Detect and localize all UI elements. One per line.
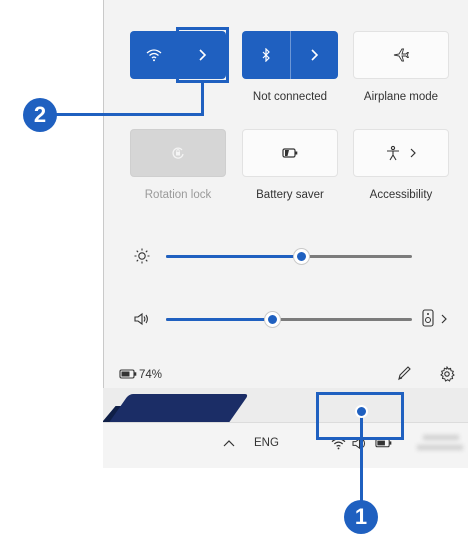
callout-leader-line bbox=[360, 414, 363, 508]
airplane-mode-tile[interactable] bbox=[353, 31, 449, 79]
language-indicator[interactable]: ENG bbox=[254, 437, 279, 449]
brightness-icon bbox=[134, 248, 150, 264]
bluetooth-label: Not connected bbox=[252, 91, 328, 103]
callout-badge-1: 1 bbox=[344, 500, 378, 534]
callout-anchor-dot bbox=[355, 405, 368, 418]
bluetooth-toggle-button[interactable] bbox=[242, 31, 290, 79]
clock-blurred[interactable] bbox=[415, 432, 465, 456]
bluetooth-tile[interactable] bbox=[242, 31, 338, 79]
battery-saver-label: Battery saver bbox=[256, 189, 324, 201]
wifi-network-label bbox=[123, 89, 233, 101]
callout-highlight-wifi-expand bbox=[176, 27, 229, 83]
taskbar: ENG bbox=[103, 422, 468, 468]
brightness-thumb[interactable] bbox=[294, 248, 309, 264]
audio-output-icon[interactable] bbox=[422, 309, 434, 327]
wifi-toggle-button[interactable] bbox=[130, 31, 178, 79]
speaker-icon bbox=[134, 312, 150, 326]
chevron-right-icon bbox=[309, 49, 319, 61]
battery-saver-tile[interactable] bbox=[242, 129, 338, 177]
battery-saver-icon bbox=[282, 147, 298, 159]
rotation-lock-icon bbox=[171, 146, 185, 160]
quick-settings-footer: 74% bbox=[103, 360, 468, 388]
settings-icon[interactable] bbox=[439, 366, 455, 382]
battery-icon bbox=[119, 369, 137, 379]
wallpaper-shape bbox=[103, 394, 250, 422]
rotation-lock-label: Rotation lock bbox=[144, 189, 212, 201]
airplane-icon bbox=[393, 47, 409, 63]
rotation-lock-tile[interactable] bbox=[130, 129, 226, 177]
volume-track[interactable] bbox=[166, 311, 412, 327]
volume-fill bbox=[166, 317, 272, 321]
accessibility-label: Accessibility bbox=[369, 189, 433, 201]
airplane-mode-label: Airplane mode bbox=[363, 91, 439, 103]
callout-leader-line bbox=[55, 113, 204, 116]
bluetooth-icon bbox=[261, 48, 271, 62]
brightness-track[interactable] bbox=[166, 248, 412, 264]
callout-badge-2: 2 bbox=[23, 98, 57, 132]
wifi-icon bbox=[146, 48, 162, 62]
callout-leader-line bbox=[201, 83, 204, 116]
bluetooth-expand-button[interactable] bbox=[289, 31, 339, 79]
edit-icon[interactable] bbox=[396, 364, 412, 382]
chevron-right-icon[interactable] bbox=[440, 314, 448, 324]
desktop-wallpaper bbox=[103, 388, 468, 422]
volume-thumb[interactable] bbox=[265, 311, 280, 327]
accessibility-icon bbox=[385, 145, 401, 161]
volume-slider[interactable] bbox=[130, 309, 450, 329]
brightness-fill bbox=[166, 254, 301, 258]
battery-percent: 74% bbox=[139, 369, 163, 381]
brightness-slider[interactable] bbox=[130, 246, 450, 266]
chevron-right-icon bbox=[409, 148, 417, 158]
chevron-up-icon[interactable] bbox=[223, 439, 235, 447]
accessibility-tile[interactable] bbox=[353, 129, 449, 177]
